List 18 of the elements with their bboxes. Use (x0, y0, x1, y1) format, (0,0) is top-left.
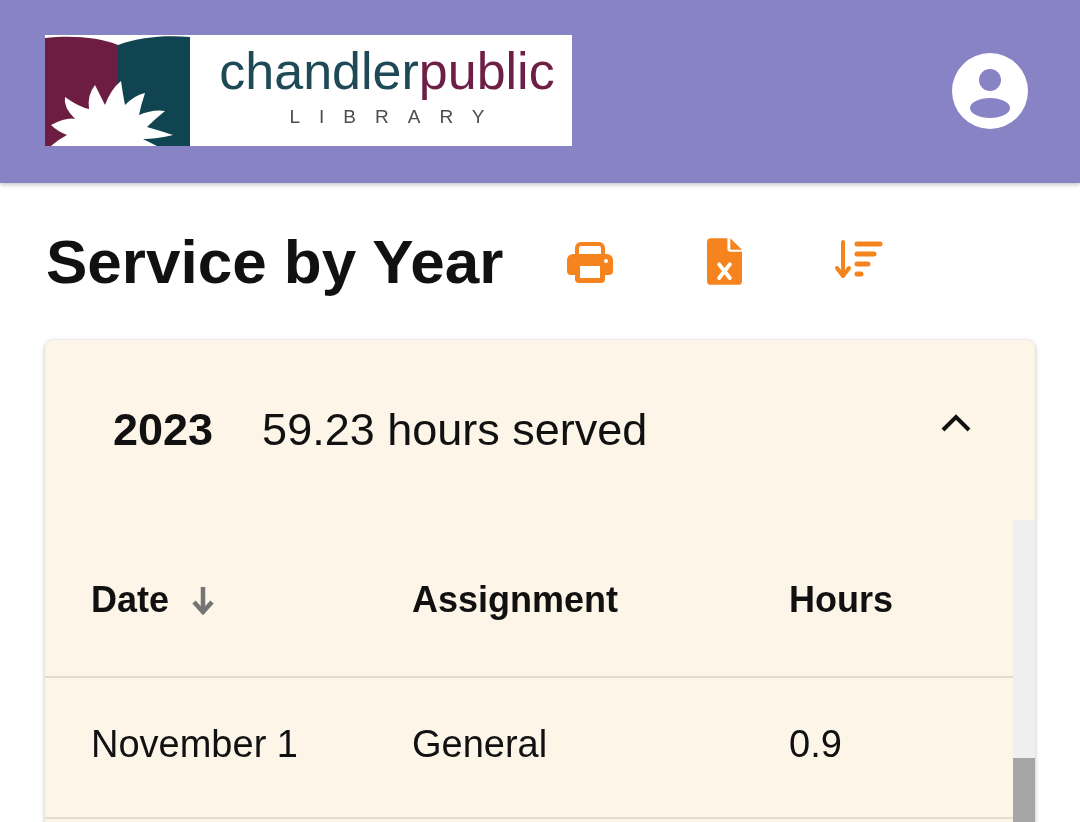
account-icon[interactable] (952, 52, 1028, 129)
year-label: 2023 (113, 404, 214, 456)
logo-wordmark: chandlerpublic (219, 41, 555, 101)
table-cell: November 1 (91, 723, 298, 766)
logo-subtitle: LIBRARY (288, 105, 504, 129)
column-header[interactable]: Assignment (412, 579, 619, 621)
library-logo[interactable]: chandlerpublic LIBRARY (45, 35, 572, 146)
column-header[interactable]: Date (91, 579, 218, 621)
printer-icon[interactable] (567, 240, 614, 283)
column-header[interactable]: Hours (789, 579, 893, 621)
table-cell: 0.9 (789, 723, 842, 766)
page-title: Service by Year (46, 225, 504, 298)
table-cell: General (412, 723, 548, 766)
spreadsheet-file-icon[interactable] (707, 238, 743, 285)
sort-descending-icon[interactable] (835, 238, 884, 281)
book-sun-icon (45, 35, 190, 146)
chevron-up-icon[interactable] (940, 414, 972, 432)
hours-summary: 59.23 hours served (262, 404, 648, 456)
